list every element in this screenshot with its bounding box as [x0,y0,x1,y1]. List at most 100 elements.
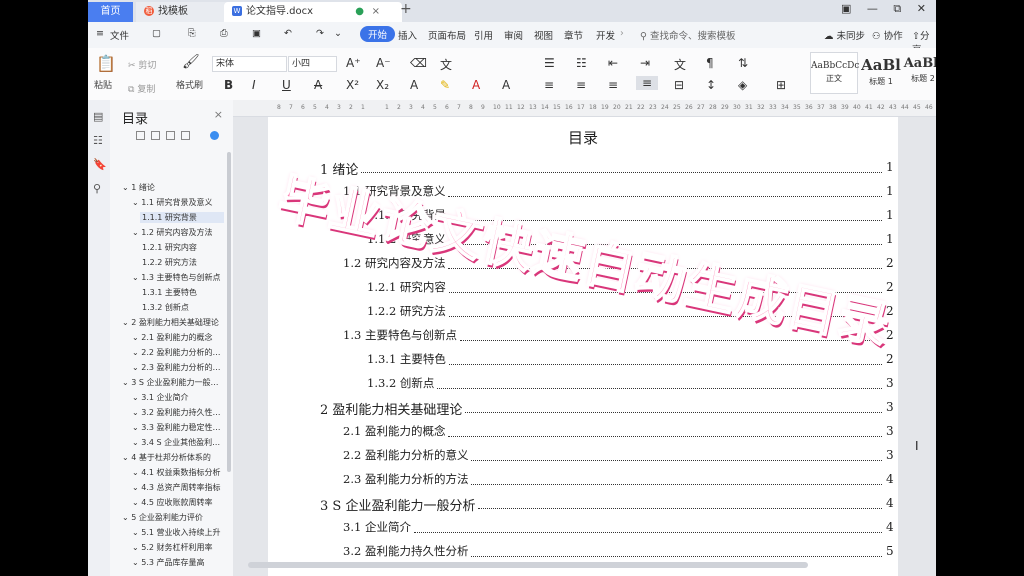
nav-item[interactable]: ⌄ 2.2 盈利能力分析的意义 [130,347,224,358]
toc-entry[interactable]: 3.1 企业简介 [343,519,411,535]
chinese-layout-icon[interactable]: 文 [674,56,686,73]
nav-item[interactable]: ⌄ 3.4 S 企业其他盈利能力 [130,437,224,448]
toc-entry[interactable]: 1.2.2 研究方法 [367,303,446,319]
indent-icon[interactable]: ⇥ [640,56,650,70]
horizontal-scrollbar[interactable] [248,562,808,568]
toc-entry[interactable]: 1.3 主要特色与创新点 [343,327,457,343]
font-color-icon[interactable]: A [472,78,480,92]
format-painter-label[interactable]: 格式刷 [176,78,203,91]
close-nav-icon[interactable]: × [214,108,223,121]
border-icon[interactable]: ⊞ [776,78,786,92]
font-name-select[interactable]: 宋体 [212,56,287,72]
bookmark-icon[interactable]: 🔖 [93,158,107,171]
nav-item[interactable]: ⌄ 5 企业盈利能力评价 [120,512,224,523]
toc-entry[interactable]: 2 盈利能力相关基础理论 [320,399,462,418]
hamburger-icon[interactable]: ≡ [96,28,104,39]
nav-item[interactable]: ⌄ 5.3 产品库存量高 [130,557,224,568]
tab-home[interactable]: 首页 [88,2,133,22]
style-heading-2[interactable]: AaBb 标题 2 [900,52,936,92]
find-icon[interactable]: ⚲ [93,182,101,195]
text-effect-icon[interactable]: A [410,78,418,92]
nav-item[interactable]: ⌄ 4 基于杜邦分析体系的 [120,452,224,463]
outdent-icon[interactable]: ⇤ [608,56,618,70]
nav-item[interactable]: ⌄ 3.3 盈利能力稳定性分析 [130,422,224,433]
nav-settings-icon[interactable] [210,131,219,140]
nav-item[interactable]: ⌄ 3.2 盈利能力持久性分析 [130,407,224,418]
level-up-icon[interactable] [166,131,175,140]
font-size-select[interactable]: 小四 [288,56,337,72]
align-center-icon[interactable]: ≡ [576,78,586,92]
style-normal[interactable]: AaBbCcDc 正文 [810,52,859,94]
nav-item[interactable]: ⌄ 5.1 营业收入持续上升 [130,527,224,538]
print-icon[interactable]: ⎙ [220,28,228,39]
nav-item[interactable]: ⌄ 1.2 研究内容及方法 [130,227,224,238]
toc-entry[interactable]: 3.2 盈利能力持久性分析 [343,543,468,559]
chevron-right-icon[interactable]: › [620,28,624,39]
more-icon[interactable]: ⌄ [334,28,342,39]
menu-reference[interactable]: 引用 [474,28,493,42]
bold-icon[interactable]: B [224,78,233,92]
sort-icon[interactable]: ⇅ [738,56,748,70]
menu-developer[interactable]: 开发 [596,28,615,42]
numbered-list-icon[interactable]: ☷ [576,56,587,70]
collab-button[interactable]: ⚇ 协作 [872,28,903,42]
underline-icon[interactable]: U [282,78,291,92]
toc-entry[interactable]: 3 S 企业盈利能力一般分析 [320,495,475,514]
subscript-icon[interactable]: X₂ [376,78,389,92]
toc-entry[interactable]: 1.2.1 研究内容 [367,279,446,295]
format-painter-icon[interactable]: 🖌 [182,54,200,70]
highlight-icon[interactable]: ✎ [440,78,450,92]
export-icon[interactable]: ⎘ [188,28,196,39]
line-spacing-icon[interactable]: ↕ [706,78,716,92]
menu-view[interactable]: 视图 [534,28,553,42]
nav-item[interactable]: ⌄ 4.3 总资产周转率指标 [130,482,224,493]
superscript-icon[interactable]: X² [346,78,359,92]
chapter-nav-icon[interactable]: ☷ [93,134,103,147]
nav-scrollbar[interactable] [227,152,231,472]
paste-label[interactable]: 粘贴 [94,78,112,91]
toc-entry[interactable]: 2.1 盈利能力的概念 [343,423,445,439]
paste-icon[interactable]: 📋 [96,54,116,73]
nav-item[interactable]: 1.1.1 研究背景 [140,212,224,223]
save-icon[interactable]: ▢ [152,28,161,39]
outline-icon[interactable]: ▤ [93,110,103,123]
collapse-all-icon[interactable] [151,131,160,140]
toc-entry[interactable]: 1.3.1 主要特色 [367,351,446,367]
font-grow-icon[interactable]: A⁺ [346,56,361,70]
tab-document[interactable]: W 论文指导.docx ● × [224,2,402,22]
toc-entry[interactable]: 2.3 盈利能力分析的方法 [343,471,468,487]
toc-entry[interactable]: 1.3.2 创新点 [367,375,434,391]
menu-review[interactable]: 审阅 [504,28,523,42]
menu-insert[interactable]: 插入 [398,28,417,42]
char-shading-icon[interactable]: A [502,78,510,92]
command-search[interactable]: ⚲ 查找命令、搜索模板 [640,28,736,42]
nav-item[interactable]: ⌄ 4.1 权益乘数指标分析 [130,467,224,478]
sync-status[interactable]: ☁ 未同步 [824,28,865,42]
menu-file[interactable]: 文件 [110,28,129,42]
menu-chapter[interactable]: 章节 [564,28,583,42]
redo-icon[interactable]: ↷ [316,28,324,39]
nav-item[interactable]: 1.2.1 研究内容 [140,242,224,253]
menu-page-layout[interactable]: 页面布局 [428,28,466,42]
align-left-icon[interactable]: ≡ [544,78,554,92]
level-down-icon[interactable] [181,131,190,140]
horizontal-ruler[interactable]: 8 7 6 5 4 3 2 1 1 2 3 4 5 6 7 8 9 10 11 12 13 14 15 16 17 18 19 20 2… [233,100,936,117]
expand-all-icon[interactable] [136,131,145,140]
italic-icon[interactable]: I [252,78,256,92]
align-right-icon[interactable]: ≡ [608,78,618,92]
nav-item[interactable]: 1.3.2 创新点 [140,302,224,313]
strikethrough-icon[interactable]: A [314,78,322,92]
bullet-list-icon[interactable]: ☰ [544,56,555,70]
window-controls[interactable]: ▣ — ⧉ ✕ [841,2,932,16]
distribute-icon[interactable]: ⊟ [674,78,684,92]
phonetic-icon[interactable]: 文 [440,56,452,73]
nav-item[interactable]: ⌄ 3 S 企业盈利能力一般分析 [120,377,224,388]
preview-icon[interactable]: ▣ [252,28,261,39]
shading-icon[interactable]: ◈ [738,78,747,92]
nav-item[interactable]: ⌄ 1 绪论 [120,182,224,193]
toc-entry[interactable]: 2.2 盈利能力分析的意义 [343,447,468,463]
nav-item[interactable]: ⌄ 5.2 财务杠杆利用率 [130,542,224,553]
align-justify-icon[interactable]: ≡ [636,76,658,90]
cut-button[interactable]: ✂ 剪切 [128,58,156,71]
menu-start[interactable]: 开始 [360,26,396,42]
